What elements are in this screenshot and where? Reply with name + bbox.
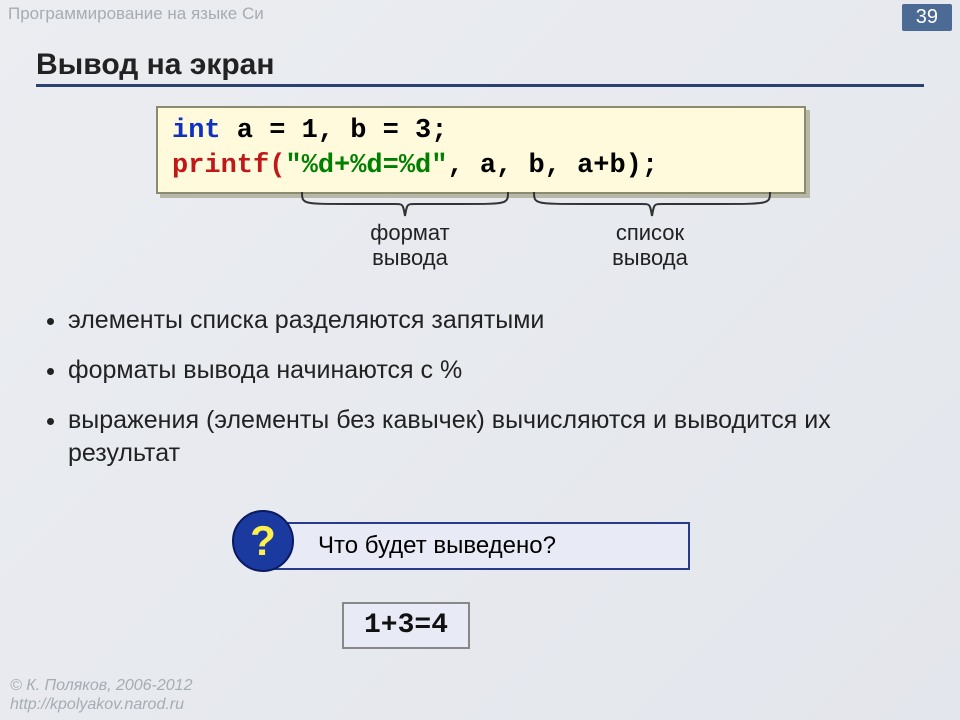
bullet-item: выражения (элементы без кавычек) вычисля…	[68, 404, 924, 472]
code-line1-rest: a = 1, b = 3;	[221, 116, 448, 146]
slide-title: Вывод на экран	[36, 48, 924, 87]
keyword-int: int	[172, 116, 221, 146]
format-string: "%d+%d=%d"	[285, 151, 447, 181]
bullet-list: элементы списка разделяются запятыми фор…	[44, 304, 924, 487]
code-args: , a, b, a+b);	[447, 151, 658, 181]
header-bar: Программирование на языке Си 39	[8, 4, 952, 31]
brace-list-icon	[532, 190, 772, 218]
label-format-l1: формат	[370, 220, 450, 245]
bullet-item: элементы списка разделяются запятыми	[68, 304, 924, 338]
code-line-2: printf("%d+%d=%d", a, b, a+b);	[172, 149, 790, 184]
func-printf: printf(	[172, 151, 285, 181]
label-format: формат вывода	[350, 220, 470, 271]
answer-box: 1+3=4	[342, 602, 470, 649]
question-text: Что будет выведено?	[318, 532, 556, 560]
code-line-1: int a = 1, b = 3;	[172, 114, 790, 149]
question-mark-icon: ?	[232, 510, 294, 572]
code-box: int a = 1, b = 3; printf("%d+%d=%d", a, …	[156, 106, 806, 194]
footer-url: http://kpolyakov.narod.ru	[10, 695, 192, 714]
label-list-l1: список	[616, 220, 684, 245]
course-label: Программирование на языке Си	[8, 4, 264, 31]
brace-format-icon	[300, 190, 510, 218]
label-format-l2: вывода	[372, 245, 448, 270]
label-list: список вывода	[590, 220, 710, 271]
question-box: Что будет выведено?	[260, 522, 690, 570]
footer-author: © К. Поляков, 2006-2012	[10, 676, 192, 695]
footer: © К. Поляков, 2006-2012 http://kpolyakov…	[10, 676, 192, 714]
bullet-item: форматы вывода начинаются с %	[68, 354, 924, 388]
label-list-l2: вывода	[612, 245, 688, 270]
page-number: 39	[902, 4, 952, 31]
